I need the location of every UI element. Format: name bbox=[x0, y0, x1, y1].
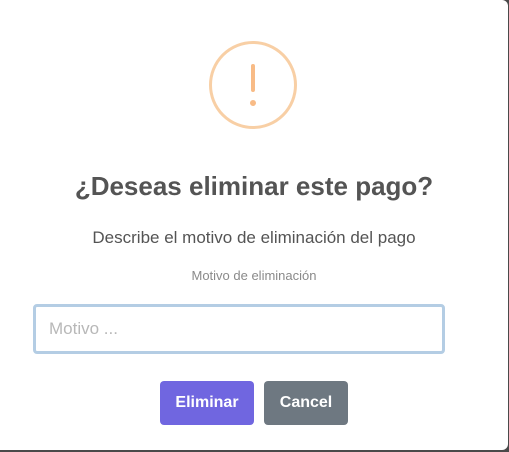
dialog-title: ¿Deseas eliminar este pago? bbox=[74, 171, 434, 201]
reason-input[interactable] bbox=[33, 304, 445, 354]
delete-payment-dialog: ¿Deseas eliminar este pago? Describe el … bbox=[0, 0, 508, 450]
cancel-button[interactable]: Cancel bbox=[264, 381, 348, 425]
exclamation-bar bbox=[251, 64, 255, 92]
exclamation-dot bbox=[250, 100, 256, 106]
warning-icon bbox=[209, 41, 297, 129]
backdrop: ¿Deseas eliminar este pago? Describe el … bbox=[0, 0, 509, 452]
reason-input-label: Motivo de eliminación bbox=[191, 268, 317, 283]
dialog-message: Describe el motivo de eliminación del pa… bbox=[92, 228, 416, 247]
delete-button[interactable]: Eliminar bbox=[160, 381, 254, 425]
